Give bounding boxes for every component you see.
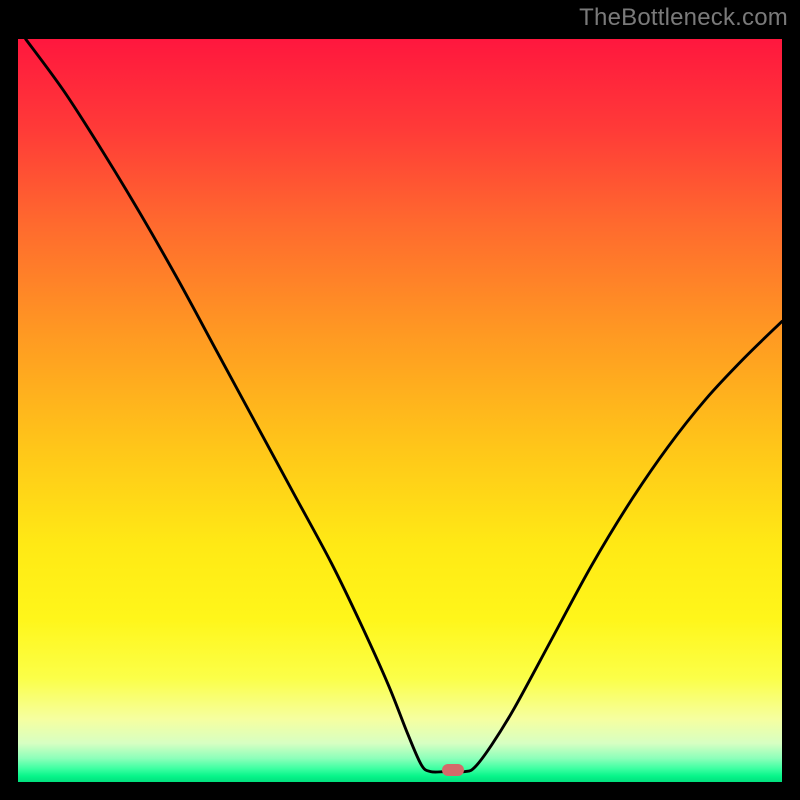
- optimal-point-marker: [442, 764, 464, 776]
- watermark-text: TheBottleneck.com: [579, 4, 788, 32]
- plot-area: [18, 39, 782, 782]
- bottleneck-curve: [18, 39, 782, 782]
- chart-frame: [9, 30, 791, 791]
